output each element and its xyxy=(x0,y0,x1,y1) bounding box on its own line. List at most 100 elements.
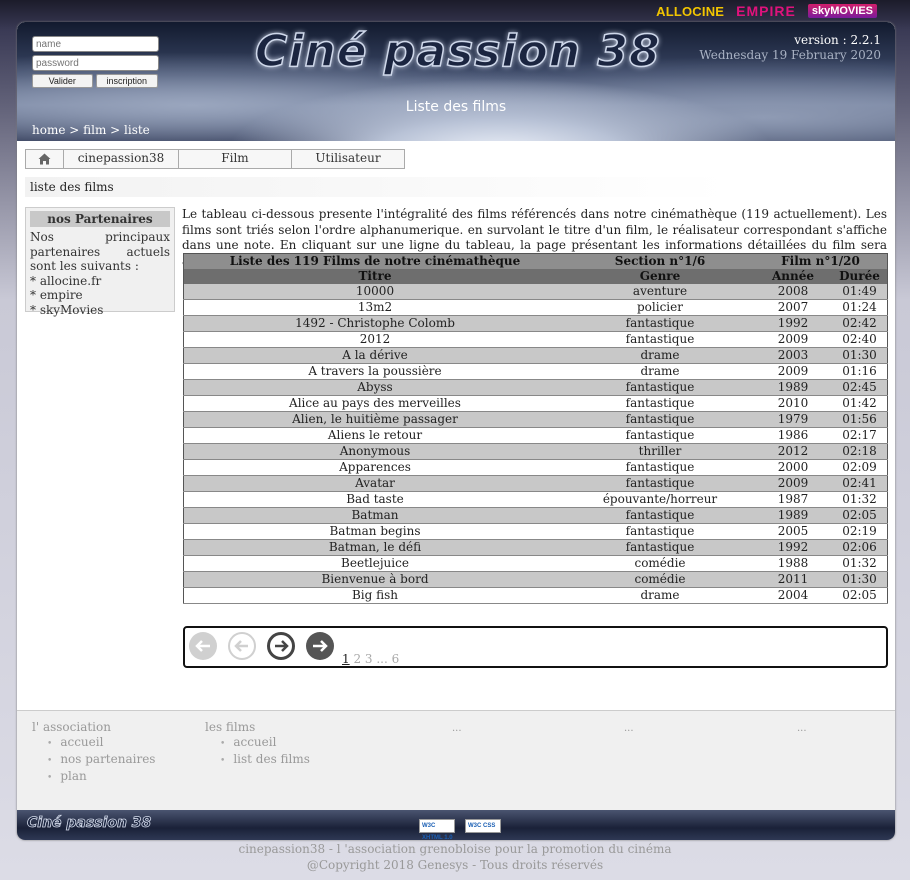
film-title-cell[interactable]: Batman xyxy=(183,507,566,524)
login-form: Valider inscription xyxy=(32,36,159,88)
film-title-cell[interactable]: Batman, le défi xyxy=(183,539,566,556)
column-header-annee[interactable]: Année xyxy=(754,269,832,284)
table-row[interactable]: Batman, le défi fantastique 1992 02:06 xyxy=(183,539,888,556)
skymovies-logo[interactable]: skyMOVIES xyxy=(807,4,877,18)
table-row[interactable]: 13m2 policier 2007 01:24 xyxy=(183,299,888,316)
partner-link-skymovies[interactable]: * skyMovies xyxy=(30,303,170,318)
table-row[interactable]: Big fish drame 2004 02:05 xyxy=(183,587,888,604)
table-row[interactable]: Abyss fantastique 1989 02:45 xyxy=(183,379,888,396)
site-header: Valider inscription Ciné passion 38 vers… xyxy=(17,22,895,141)
submit-button[interactable]: Valider xyxy=(32,74,93,88)
film-genre-cell: épouvante/horreur xyxy=(566,491,754,508)
previous-page-button[interactable] xyxy=(228,632,256,660)
nav-item-cinepassion38[interactable]: cinepassion38 xyxy=(64,150,179,168)
film-title-cell[interactable]: Bienvenue à bord xyxy=(183,571,566,588)
arrow-left-icon xyxy=(195,640,210,652)
table-row[interactable]: Bienvenue à bord comédie 2011 01:30 xyxy=(183,571,888,588)
table-row[interactable]: Batman fantastique 1989 02:05 xyxy=(183,507,888,524)
film-title-cell[interactable]: A la dérive xyxy=(183,347,566,364)
empire-logo[interactable]: EMPIRE xyxy=(736,3,796,19)
w3c-xhtml-badge[interactable]: W3C XHTML 1.0 xyxy=(419,819,455,840)
footer-link-list-films[interactable]: list des films xyxy=(220,752,310,769)
table-row[interactable]: Aliens le retour fantastique 1986 02:17 xyxy=(183,427,888,444)
credits-line-1: cinepassion38 - l 'association grenobloi… xyxy=(238,842,672,856)
footer-link-plan[interactable]: plan xyxy=(47,769,155,786)
register-button[interactable]: inscription xyxy=(95,74,158,88)
table-row[interactable]: 1492 - Christophe Colomb fantastique 1992 0… xyxy=(183,315,888,332)
film-genre-cell: aventure xyxy=(566,284,754,300)
column-header-titre[interactable]: Titre xyxy=(183,269,566,284)
film-title-cell[interactable]: 1492 - Christophe Colomb xyxy=(183,315,566,332)
footer-placeholder: ... xyxy=(797,723,807,734)
film-duration-cell: 01:49 xyxy=(832,284,888,300)
partners-box: nos Partenaires Nos principaux partenair… xyxy=(25,207,175,317)
film-title-cell[interactable]: Big fish xyxy=(183,587,566,604)
films-table: Liste des 119 Films de notre cinémathèqu… xyxy=(183,253,888,604)
film-title-cell[interactable]: Anonymous xyxy=(183,443,566,460)
column-header-genre[interactable]: Genre xyxy=(566,269,754,284)
nav-item-utilisateur[interactable]: Utilisateur xyxy=(292,150,404,168)
footer-link-accueil[interactable]: accueil xyxy=(47,735,155,752)
film-year-cell: 2012 xyxy=(754,443,832,460)
film-genre-cell: fantastique xyxy=(566,507,754,524)
table-row[interactable]: Avatar fantastique 2009 02:41 xyxy=(183,475,888,492)
table-row[interactable]: Alien, le huitième passager fantastique 19… xyxy=(183,411,888,428)
film-title-cell[interactable]: Aliens le retour xyxy=(183,427,566,444)
table-row[interactable]: Bad taste épouvante/horreur 1987 01:32 xyxy=(183,491,888,508)
next-page-button[interactable] xyxy=(267,632,295,660)
page-number-current[interactable]: 1 xyxy=(342,652,350,666)
film-title-cell[interactable]: 13m2 xyxy=(183,299,566,316)
table-row[interactable]: 2012 fantastique 2009 02:40 xyxy=(183,331,888,348)
film-title-cell[interactable]: Avatar xyxy=(183,475,566,492)
breadcrumb[interactable]: home > film > liste xyxy=(32,123,150,137)
film-title-cell[interactable]: A travers la poussière xyxy=(183,363,566,380)
footer-column-title: l' association xyxy=(32,720,111,734)
film-year-cell: 1986 xyxy=(754,427,832,444)
home-icon xyxy=(38,153,51,165)
partner-link-empire[interactable]: * empire xyxy=(30,288,170,303)
film-title-cell[interactable]: 10000 xyxy=(183,284,566,300)
table-row[interactable]: Beetlejuice comédie 1988 01:32 xyxy=(183,555,888,572)
password-input[interactable] xyxy=(32,55,159,71)
film-title-cell[interactable]: Batman begins xyxy=(183,523,566,540)
film-year-cell: 2000 xyxy=(754,459,832,476)
film-genre-cell: thriller xyxy=(566,443,754,460)
column-header-duree[interactable]: Durée xyxy=(832,269,888,284)
first-page-button[interactable] xyxy=(189,632,217,660)
footer-column-films: les films accueil list des films xyxy=(205,720,310,769)
film-year-cell: 2004 xyxy=(754,587,832,604)
footer-column-title: les films xyxy=(205,720,256,734)
table-row[interactable]: A travers la poussière drame 2009 01:16 xyxy=(183,363,888,380)
table-row[interactable]: Anonymous thriller 2012 02:18 xyxy=(183,443,888,460)
table-row[interactable]: Batman begins fantastique 2005 02:19 xyxy=(183,523,888,540)
footer-link-films-accueil[interactable]: accueil xyxy=(220,735,310,752)
table-row[interactable]: A la dérive drame 2003 01:30 xyxy=(183,347,888,364)
name-input[interactable] xyxy=(32,36,159,52)
w3c-css-badge[interactable]: W3C CSS xyxy=(465,819,501,833)
nav-item-film[interactable]: Film xyxy=(179,150,292,168)
film-year-cell: 1979 xyxy=(754,411,832,428)
table-row[interactable]: Alice au pays des merveilles fantastique 2… xyxy=(183,395,888,412)
footer-placeholder: ... xyxy=(624,723,634,734)
film-year-cell: 2007 xyxy=(754,299,832,316)
table-row[interactable]: 10000 aventure 2008 01:49 xyxy=(183,284,888,300)
film-title-cell[interactable]: Abyss xyxy=(183,379,566,396)
table-row[interactable]: Apparences fantastique 2000 02:09 xyxy=(183,459,888,476)
partner-link-allocine[interactable]: * allocine.fr xyxy=(30,274,170,289)
footer-placeholder: ... xyxy=(452,723,462,734)
film-genre-cell: fantastique xyxy=(566,475,754,492)
film-title-cell[interactable]: Beetlejuice xyxy=(183,555,566,572)
film-title-cell[interactable]: Bad taste xyxy=(183,491,566,508)
film-title-cell[interactable]: Alien, le huitième passager xyxy=(183,411,566,428)
site-title-logo[interactable]: Ciné passion 38 xyxy=(254,25,661,78)
page-number-links[interactable]: 2 3 ... 6 xyxy=(353,652,399,666)
nav-home[interactable] xyxy=(26,150,64,168)
top-bar: ALLOCINE EMPIRE skyMOVIES xyxy=(0,0,910,22)
footer-link-partenaires[interactable]: nos partenaires xyxy=(47,752,155,769)
last-page-button[interactable] xyxy=(306,632,334,660)
film-title-cell[interactable]: Apparences xyxy=(183,459,566,476)
film-title-cell[interactable]: Alice au pays des merveilles xyxy=(183,395,566,412)
film-title-cell[interactable]: 2012 xyxy=(183,331,566,348)
film-year-cell: 2010 xyxy=(754,395,832,412)
allocine-logo[interactable]: ALLOCINE xyxy=(656,4,724,19)
